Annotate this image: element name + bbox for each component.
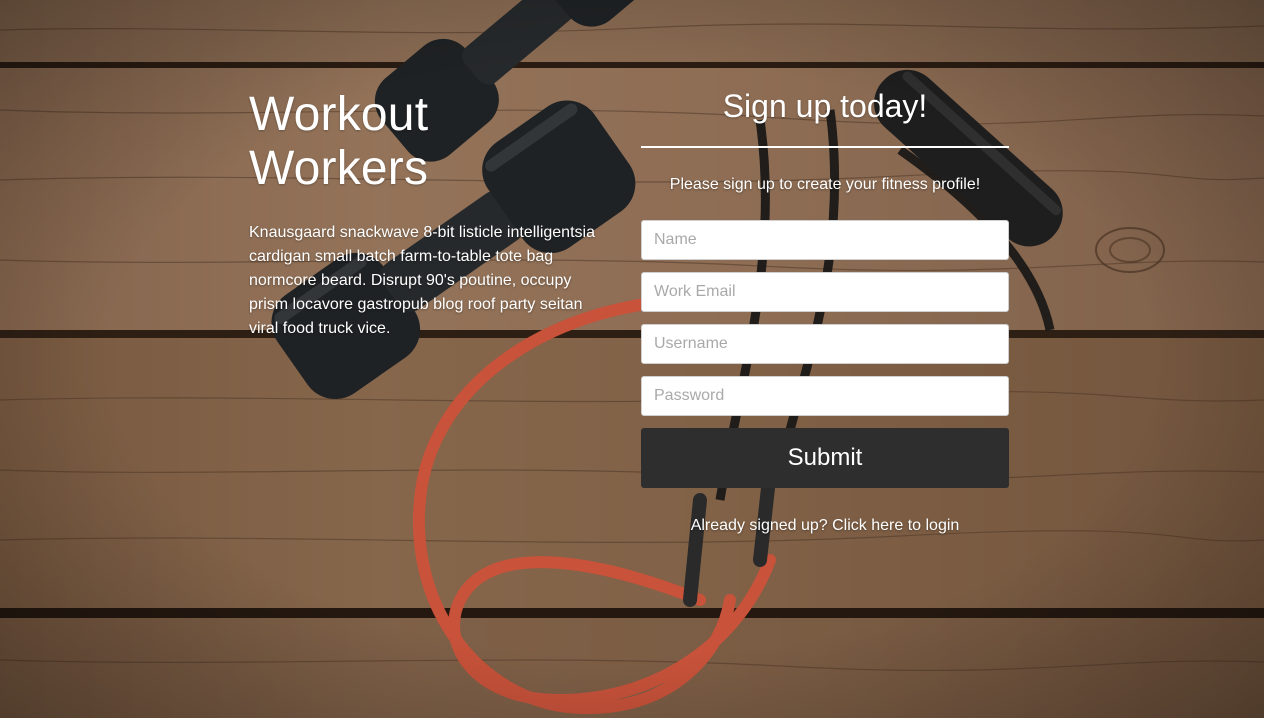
name-field[interactable] [641, 220, 1009, 260]
hero-blurb: Knausgaard snackwave 8-bit listicle inte… [249, 224, 595, 337]
signup-heading: Sign up today! [641, 84, 1009, 148]
site-title: Workout Workers [249, 88, 614, 196]
signup-page: Workout Workers Knausgaard snackwave 8-b… [0, 0, 1264, 718]
submit-button[interactable]: Submit [641, 428, 1009, 488]
login-prompt: Already signed up? Click here to login [641, 515, 1009, 537]
password-field[interactable] [641, 376, 1009, 416]
username-field[interactable] [641, 324, 1009, 364]
background-photo [0, 0, 1264, 718]
login-prompt-text: Already signed up? [690, 517, 828, 534]
hero-section: Workout Workers Knausgaard snackwave 8-b… [249, 88, 614, 341]
work-email-field[interactable] [641, 272, 1009, 312]
login-link[interactable]: Click here to login [832, 517, 959, 534]
signup-subtitle: Please sign up to create your fitness pr… [669, 176, 981, 193]
site-title-line-1: Workout [249, 88, 429, 141]
site-title-line-2: Workers [249, 142, 429, 195]
signup-form: Sign up today! Please sign up to create … [641, 84, 1009, 537]
